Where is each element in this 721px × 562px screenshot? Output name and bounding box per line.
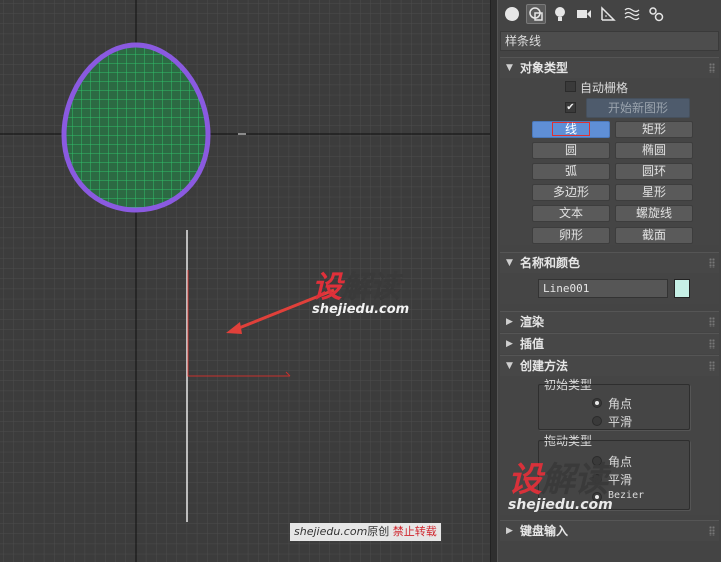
object-color-swatch[interactable]: [674, 279, 690, 298]
star-button[interactable]: 星形: [615, 184, 693, 201]
rollout-grip-icon: [709, 63, 715, 73]
rollout-interpolation: ▶ 插值: [500, 333, 719, 354]
start-new-shape-button[interactable]: 开始新图形: [586, 98, 690, 118]
create-tabbar: [498, 0, 721, 28]
rollout-grip-icon: [709, 317, 715, 327]
rollout-interpolation-header[interactable]: ▶ 插值: [500, 333, 719, 354]
ngon-button[interactable]: 多边形: [532, 184, 610, 201]
initial-smooth-radio[interactable]: [592, 416, 602, 426]
line-button-label: 线: [551, 122, 590, 136]
viewport-canvas[interactable]: [0, 0, 490, 562]
rollout-grip-icon: [709, 339, 715, 349]
create-systems-icon[interactable]: [646, 4, 666, 24]
category-dropdown[interactable]: 样条线: [500, 31, 719, 51]
arc-button[interactable]: 弧: [532, 163, 610, 180]
section-button[interactable]: 截面: [615, 227, 693, 244]
watermark-panel-url: shejiedu.com: [508, 497, 613, 513]
initial-corner-label: 角点: [608, 397, 633, 411]
egg-button[interactable]: 卵形: [532, 227, 610, 244]
command-panel: 样条线 ▼ 对象类型 自动栅格 ✔ 开始新图形 线 矩形 圆 椭圆 弧 圆环 多…: [498, 0, 721, 562]
circle-button[interactable]: 圆: [532, 142, 610, 159]
rollout-grip-icon: [709, 258, 715, 268]
credit-text: 原创: [367, 525, 390, 538]
expand-arrow-icon: ▼: [506, 258, 513, 268]
watermark-panel-brand-red: 设: [508, 460, 542, 500]
rollout-rendering-header[interactable]: ▶ 渲染: [500, 311, 719, 332]
watermark-viewport: 设解读 shejiedu.com: [312, 262, 409, 317]
rollout-object-type: ▼ 对象类型 自动栅格 ✔ 开始新图形 线 矩形 圆 椭圆 弧 圆环 多边形 星…: [500, 57, 719, 245]
start-new-shape-checkbox[interactable]: ✔: [565, 102, 576, 113]
rollout-creation-method-title: 创建方法: [520, 359, 569, 373]
autogrid-checkbox[interactable]: [565, 81, 576, 92]
rollout-name-color-header[interactable]: ▼ 名称和颜色: [500, 252, 719, 273]
panel-splitter[interactable]: [490, 0, 498, 562]
expand-arrow-icon: ▼: [506, 361, 513, 371]
rollout-keyboard-entry-title: 键盘输入: [520, 524, 569, 538]
text-button[interactable]: 文本: [532, 205, 610, 222]
create-lights-icon[interactable]: [550, 4, 570, 24]
autogrid-label: 自动栅格: [580, 81, 629, 95]
collapsed-arrow-icon: ▶: [506, 317, 513, 327]
credit-site: shejiedu.com: [294, 525, 368, 538]
viewport-top[interactable]: 设解读 shejiedu.com shejiedu.com原创 禁止转载: [0, 0, 490, 562]
create-helpers-icon[interactable]: [598, 4, 618, 24]
rollout-name-color-title: 名称和颜色: [520, 256, 581, 270]
rollout-grip-icon: [709, 361, 715, 371]
rectangle-button[interactable]: 矩形: [615, 121, 693, 138]
helix-button[interactable]: 螺旋线: [615, 205, 693, 222]
rollout-creation-method-header[interactable]: ▼ 创建方法: [500, 355, 719, 376]
create-shapes-icon[interactable]: [526, 4, 546, 24]
collapsed-arrow-icon: ▶: [506, 339, 513, 349]
watermark-url: shejiedu.com: [312, 302, 410, 317]
drag-bezier-label: Bezier: [608, 490, 645, 501]
watermark-panel: 设解读 shejiedu.com: [508, 452, 613, 513]
object-name-field[interactable]: Line001: [538, 279, 668, 298]
collapsed-arrow-icon: ▶: [506, 526, 513, 536]
rollout-grip-icon: [709, 526, 715, 536]
watermark-brand-red: 设: [312, 270, 342, 305]
rollout-rendering: ▶ 渲染: [500, 311, 719, 332]
create-cameras-icon[interactable]: [574, 4, 594, 24]
rollout-interpolation-title: 插值: [520, 337, 545, 351]
donut-button[interactable]: 圆环: [615, 163, 693, 180]
expand-arrow-icon: ▼: [506, 63, 513, 73]
create-geometry-icon[interactable]: [502, 4, 522, 24]
rollout-object-type-header[interactable]: ▼ 对象类型: [500, 57, 719, 78]
watermark-brand-dark: 解读: [341, 270, 400, 305]
ellipse-button[interactable]: 椭圆: [615, 142, 693, 159]
initial-corner-radio[interactable]: [592, 398, 602, 408]
watermark-panel-brand-dark: 解读: [541, 460, 608, 500]
credit-warning: 禁止转载: [392, 525, 437, 538]
rollout-rendering-title: 渲染: [520, 315, 545, 329]
credit-badge: shejiedu.com原创 禁止转载: [290, 523, 441, 541]
rollout-keyboard-entry-header[interactable]: ▶ 键盘输入: [500, 520, 719, 541]
rollout-keyboard-entry: ▶ 键盘输入: [500, 520, 719, 541]
initial-smooth-label: 平滑: [608, 415, 633, 429]
create-spacewarps-icon[interactable]: [622, 4, 642, 24]
line-button[interactable]: 线: [532, 121, 610, 138]
rollout-object-type-title: 对象类型: [520, 61, 569, 75]
rollout-name-color: ▼ 名称和颜色 Line001: [500, 252, 719, 304]
